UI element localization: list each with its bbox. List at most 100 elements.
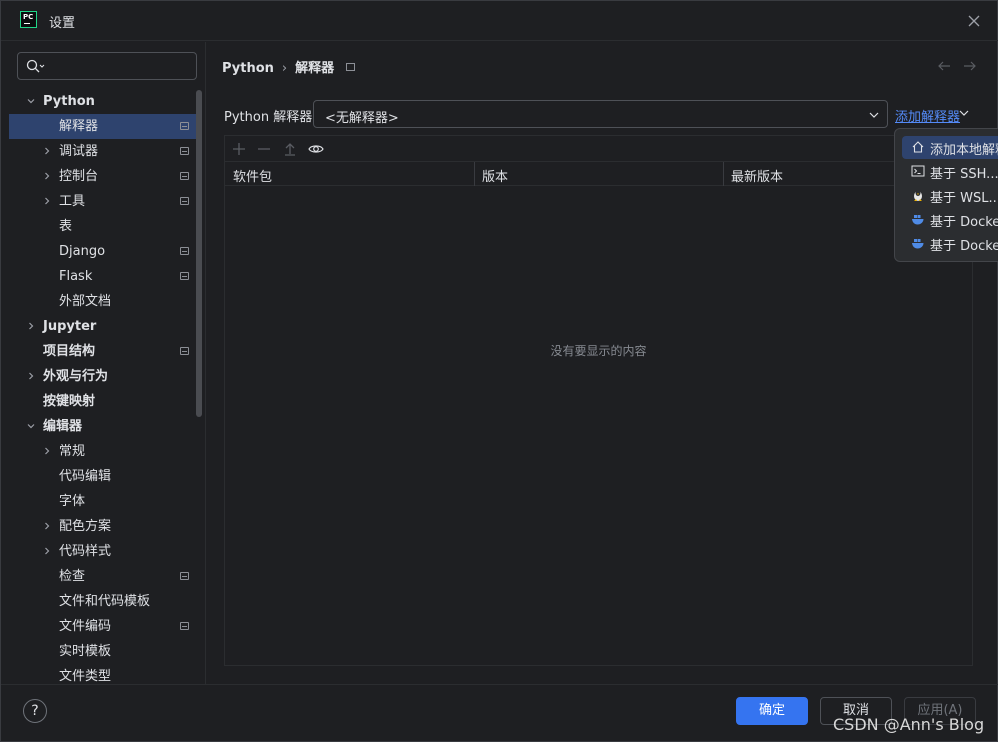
menu-item-add-local-interpreter[interactable]: 添加本地解释器... xyxy=(902,136,998,159)
chevron-right-icon[interactable] xyxy=(43,197,51,205)
sidebar-item[interactable]: Django xyxy=(9,239,196,264)
project-scope-icon xyxy=(346,63,356,71)
sidebar-item[interactable]: 配色方案 xyxy=(9,514,196,539)
interpreter-select[interactable]: <无解释器> xyxy=(313,100,888,128)
menu-item-label: 基于 Docker Compose... xyxy=(930,239,998,254)
back-arrow-icon[interactable] xyxy=(937,59,951,73)
sidebar-item[interactable]: Flask xyxy=(9,264,196,289)
column-divider xyxy=(723,162,724,186)
sidebar-item[interactable]: 控制台 xyxy=(9,164,196,189)
chevron-down-icon[interactable] xyxy=(27,422,35,430)
sidebar-item[interactable]: 文件和代码模板 xyxy=(9,589,196,614)
column-header-package[interactable]: 软件包 xyxy=(233,166,272,185)
column-header-version[interactable]: 版本 xyxy=(482,166,508,185)
sidebar-item-label: Flask xyxy=(59,269,93,284)
menu-item-docker[interactable]: 基于 Docker... xyxy=(902,208,998,231)
docker-icon xyxy=(912,239,924,249)
project-scope-icon xyxy=(180,197,189,205)
ok-button[interactable]: 确定 xyxy=(736,697,808,725)
sidebar-item[interactable]: 检查 xyxy=(9,564,196,589)
add-interpreter-link[interactable]: 添加解释器 xyxy=(895,106,960,125)
sidebar-item[interactable]: 工具 xyxy=(9,189,196,214)
breadcrumb-separator: › xyxy=(281,61,288,76)
sidebar-item[interactable]: 代码编辑 xyxy=(9,464,196,489)
sidebar-scrollbar[interactable] xyxy=(196,90,202,417)
menu-item-docker-compose[interactable]: 基于 Docker Compose... xyxy=(902,232,998,255)
upgrade-package-icon[interactable] xyxy=(282,141,298,157)
sidebar-item-label: 代码样式 xyxy=(59,544,112,559)
interpreter-label: Python 解释器: xyxy=(224,110,317,125)
sidebar-item[interactable]: 项目结构 xyxy=(9,339,196,364)
sidebar-item-label: 项目结构 xyxy=(43,344,96,359)
sidebar-item[interactable]: 调试器 xyxy=(9,139,196,164)
help-button[interactable]: ? xyxy=(23,699,47,723)
sidebar-item[interactable]: 常规 xyxy=(9,439,196,464)
sidebar-item-label: 字体 xyxy=(59,494,86,509)
sidebar-item-label: 检查 xyxy=(59,569,86,584)
sidebar-item-label: Django xyxy=(59,244,106,259)
sidebar-item[interactable]: 表 xyxy=(9,214,196,239)
settings-search-input[interactable] xyxy=(17,52,197,80)
sidebar-item[interactable]: 文件编码 xyxy=(9,614,196,639)
chevron-down-icon xyxy=(869,112,879,118)
sidebar-item[interactable]: 文件类型 xyxy=(9,664,196,684)
chevron-right-icon[interactable] xyxy=(27,322,35,330)
sidebar-item[interactable]: 编辑器 xyxy=(9,414,196,439)
sidebar-item-label: 外部文档 xyxy=(59,294,112,309)
sidebar-item[interactable]: 字体 xyxy=(9,489,196,514)
close-icon[interactable] xyxy=(965,12,983,30)
sidebar-item[interactable]: 按键映射 xyxy=(9,389,196,414)
search-icon xyxy=(26,59,45,73)
sidebar-item-label: 文件和代码模板 xyxy=(59,594,151,609)
sidebar-item[interactable]: Python xyxy=(9,89,196,114)
chevron-down-icon[interactable] xyxy=(27,97,35,105)
chevron-right-icon[interactable] xyxy=(43,447,51,455)
chevron-right-icon[interactable] xyxy=(43,172,51,180)
column-header-latest-version[interactable]: 最新版本 xyxy=(731,166,783,185)
sidebar-item-label: 工具 xyxy=(59,194,86,209)
menu-item-ssh[interactable]: 基于 SSH... xyxy=(902,160,998,183)
chevron-right-icon[interactable] xyxy=(43,522,51,530)
terminal-icon xyxy=(911,165,925,177)
sidebar-item[interactable]: 代码样式 xyxy=(9,539,196,564)
forward-arrow-icon[interactable] xyxy=(963,59,977,73)
sidebar-item-label: 解释器 xyxy=(59,119,99,134)
watermark-text: CSDN @Ann's Blog xyxy=(833,715,985,734)
packages-table-header: 软件包 版本 最新版本 xyxy=(225,162,972,186)
menu-item-label: 基于 WSL... xyxy=(930,191,998,206)
chevron-right-icon[interactable] xyxy=(27,372,35,380)
pycharm-logo-icon: PC xyxy=(20,11,37,28)
sidebar-item-label: 按键映射 xyxy=(43,394,96,409)
project-scope-icon xyxy=(180,172,189,180)
chevron-right-icon[interactable] xyxy=(43,547,51,555)
breadcrumb-root[interactable]: Python xyxy=(222,61,274,76)
sidebar-item[interactable]: 外部文档 xyxy=(9,289,196,314)
breadcrumb: Python › 解释器 xyxy=(222,57,356,76)
chevron-right-icon[interactable] xyxy=(43,147,51,155)
menu-item-wsl[interactable]: 基于 WSL... xyxy=(902,184,998,207)
docker-icon xyxy=(912,215,924,225)
sidebar-item-label: Python xyxy=(43,94,95,109)
project-scope-icon xyxy=(180,147,189,155)
add-package-icon[interactable] xyxy=(231,141,247,157)
home-icon xyxy=(912,141,924,153)
add-interpreter-chevron-icon[interactable] xyxy=(959,109,969,117)
sidebar-item-label: 代码编辑 xyxy=(59,469,112,484)
packages-toolbar xyxy=(225,136,972,162)
sidebar-item[interactable]: 解释器 xyxy=(9,114,196,139)
remove-package-icon[interactable] xyxy=(256,141,272,157)
sidebar-item[interactable]: Jupyter xyxy=(9,314,196,339)
dialog-footer: ? 确定 取消 应用(A) CSDN @Ann's Blog xyxy=(1,684,998,742)
project-scope-icon xyxy=(180,122,189,130)
sidebar-item-label: 控制台 xyxy=(59,169,99,184)
sidebar-item[interactable]: 外观与行为 xyxy=(9,364,196,389)
sidebar-item[interactable]: 实时模板 xyxy=(9,639,196,664)
add-interpreter-menu: 添加本地解释器... 基于 SSH... 基于 WSL... xyxy=(894,128,998,262)
menu-item-label: 基于 SSH... xyxy=(930,167,998,182)
sidebar-item-label: 配色方案 xyxy=(59,519,112,534)
project-scope-icon xyxy=(180,622,189,630)
settings-window: PC 设置 Python 解释器 调试器 控制台 工具表 Django Flask 外部文档 J… xyxy=(0,0,998,742)
sidebar-item-label: 实时模板 xyxy=(59,644,112,659)
sidebar-item-label: 文件类型 xyxy=(59,669,112,684)
eye-icon[interactable] xyxy=(308,141,324,157)
